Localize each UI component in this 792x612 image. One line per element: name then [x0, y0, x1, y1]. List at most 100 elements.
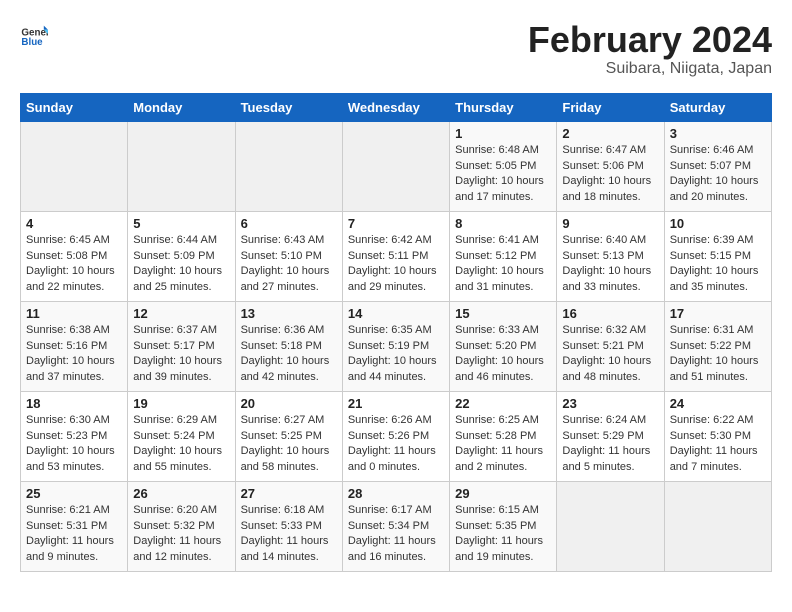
day-info: Sunrise: 6:15 AMSunset: 5:35 PMDaylight:… — [455, 503, 551, 567]
calendar-cell: 7 Sunrise: 6:42 AMSunset: 5:11 PMDaylight… — [342, 211, 449, 301]
day-info: Sunrise: 6:40 AMSunset: 5:13 PMDaylight:… — [562, 233, 658, 297]
day-number: 19 — [133, 396, 229, 411]
day-info: Sunrise: 6:42 AMSunset: 5:11 PMDaylight:… — [348, 233, 444, 297]
day-number: 23 — [562, 396, 658, 411]
day-number: 24 — [670, 396, 766, 411]
calendar-cell: 19 Sunrise: 6:29 AMSunset: 5:24 PMDayligh… — [128, 391, 235, 481]
day-info: Sunrise: 6:22 AMSunset: 5:30 PMDaylight:… — [670, 413, 766, 477]
page-header: General Blue February 2024 Suibara, Niig… — [20, 20, 772, 78]
day-number: 26 — [133, 486, 229, 501]
calendar-cell: 6 Sunrise: 6:43 AMSunset: 5:10 PMDaylight… — [235, 211, 342, 301]
calendar-cell: 4Sunrise: 6:45 AMSunset: 5:08 PMDaylight… — [21, 211, 128, 301]
calendar-cell: 8 Sunrise: 6:41 AMSunset: 5:12 PMDaylight… — [450, 211, 557, 301]
calendar-cell — [21, 121, 128, 211]
calendar-cell: 2Sunrise: 6:47 AMSunset: 5:06 PMDaylight… — [557, 121, 664, 211]
calendar-cell: 27 Sunrise: 6:18 AMSunset: 5:33 PMDayligh… — [235, 481, 342, 571]
calendar-cell: 5 Sunrise: 6:44 AMSunset: 5:09 PMDaylight… — [128, 211, 235, 301]
calendar-cell — [342, 121, 449, 211]
day-number: 5 — [133, 216, 229, 231]
calendar-cell: 23 Sunrise: 6:24 AMSunset: 5:29 PMDayligh… — [557, 391, 664, 481]
calendar-cell: 21 Sunrise: 6:26 AMSunset: 5:26 PMDayligh… — [342, 391, 449, 481]
day-number: 3 — [670, 126, 766, 141]
calendar-cell: 24 Sunrise: 6:22 AMSunset: 5:30 PMDayligh… — [664, 391, 771, 481]
calendar-cell — [128, 121, 235, 211]
calendar-cell: 26 Sunrise: 6:20 AMSunset: 5:32 PMDayligh… — [128, 481, 235, 571]
day-number: 8 — [455, 216, 551, 231]
day-number: 20 — [241, 396, 337, 411]
day-info: Sunrise: 6:35 AMSunset: 5:19 PMDaylight:… — [348, 323, 444, 387]
day-number: 13 — [241, 306, 337, 321]
day-info: Sunrise: 6:45 AMSunset: 5:08 PMDaylight:… — [26, 233, 122, 297]
day-number: 12 — [133, 306, 229, 321]
day-number: 18 — [26, 396, 122, 411]
calendar-cell — [557, 481, 664, 571]
logo-icon: General Blue — [20, 20, 48, 48]
day-info: Sunrise: 6:47 AMSunset: 5:06 PMDaylight:… — [562, 143, 658, 207]
day-number: 10 — [670, 216, 766, 231]
calendar-week-4: 18 Sunrise: 6:30 AMSunset: 5:23 PMDayligh… — [21, 391, 772, 481]
calendar-table: SundayMondayTuesdayWednesdayThursdayFrid… — [20, 93, 772, 572]
day-info: Sunrise: 6:46 AMSunset: 5:07 PMDaylight:… — [670, 143, 766, 207]
header-sunday: Sunday — [21, 93, 128, 121]
calendar-cell — [235, 121, 342, 211]
day-number: 17 — [670, 306, 766, 321]
day-number: 28 — [348, 486, 444, 501]
day-info: Sunrise: 6:30 AMSunset: 5:23 PMDaylight:… — [26, 413, 122, 477]
day-info: Sunrise: 6:37 AMSunset: 5:17 PMDaylight:… — [133, 323, 229, 387]
header-saturday: Saturday — [664, 93, 771, 121]
day-info: Sunrise: 6:38 AMSunset: 5:16 PMDaylight:… — [26, 323, 122, 387]
calendar-week-3: 11 Sunrise: 6:38 AMSunset: 5:16 PMDayligh… — [21, 301, 772, 391]
day-info: Sunrise: 6:24 AMSunset: 5:29 PMDaylight:… — [562, 413, 658, 477]
day-number: 7 — [348, 216, 444, 231]
calendar-cell: 9 Sunrise: 6:40 AMSunset: 5:13 PMDaylight… — [557, 211, 664, 301]
day-info: Sunrise: 6:31 AMSunset: 5:22 PMDaylight:… — [670, 323, 766, 387]
day-info: Sunrise: 6:33 AMSunset: 5:20 PMDaylight:… — [455, 323, 551, 387]
calendar-week-1: 1Sunrise: 6:48 AMSunset: 5:05 PMDaylight… — [21, 121, 772, 211]
calendar-cell: 11 Sunrise: 6:38 AMSunset: 5:16 PMDayligh… — [21, 301, 128, 391]
day-number: 25 — [26, 486, 122, 501]
day-number: 6 — [241, 216, 337, 231]
day-number: 27 — [241, 486, 337, 501]
day-info: Sunrise: 6:27 AMSunset: 5:25 PMDaylight:… — [241, 413, 337, 477]
svg-text:Blue: Blue — [21, 37, 43, 48]
day-info: Sunrise: 6:44 AMSunset: 5:09 PMDaylight:… — [133, 233, 229, 297]
day-info: Sunrise: 6:17 AMSunset: 5:34 PMDaylight:… — [348, 503, 444, 567]
calendar-cell: 28 Sunrise: 6:17 AMSunset: 5:34 PMDayligh… — [342, 481, 449, 571]
calendar-cell: 14 Sunrise: 6:35 AMSunset: 5:19 PMDayligh… — [342, 301, 449, 391]
day-info: Sunrise: 6:21 AMSunset: 5:31 PMDaylight:… — [26, 503, 122, 567]
day-info: Sunrise: 6:25 AMSunset: 5:28 PMDaylight:… — [455, 413, 551, 477]
calendar-cell: 16Sunrise: 6:32 AMSunset: 5:21 PMDayligh… — [557, 301, 664, 391]
day-info: Sunrise: 6:43 AMSunset: 5:10 PMDaylight:… — [241, 233, 337, 297]
day-info: Sunrise: 6:26 AMSunset: 5:26 PMDaylight:… — [348, 413, 444, 477]
calendar-cell: 10 Sunrise: 6:39 AMSunset: 5:15 PMDayligh… — [664, 211, 771, 301]
calendar-cell: 17 Sunrise: 6:31 AMSunset: 5:22 PMDayligh… — [664, 301, 771, 391]
day-info: Sunrise: 6:39 AMSunset: 5:15 PMDaylight:… — [670, 233, 766, 297]
logo: General Blue — [20, 20, 48, 48]
calendar-cell: 22Sunrise: 6:25 AMSunset: 5:28 PMDayligh… — [450, 391, 557, 481]
header-thursday: Thursday — [450, 93, 557, 121]
calendar-cell: 3 Sunrise: 6:46 AMSunset: 5:07 PMDaylight… — [664, 121, 771, 211]
main-title: February 2024 — [528, 20, 772, 60]
day-info: Sunrise: 6:41 AMSunset: 5:12 PMDaylight:… — [455, 233, 551, 297]
day-number: 14 — [348, 306, 444, 321]
calendar-week-5: 25 Sunrise: 6:21 AMSunset: 5:31 PMDayligh… — [21, 481, 772, 571]
day-info: Sunrise: 6:20 AMSunset: 5:32 PMDaylight:… — [133, 503, 229, 567]
calendar-cell: 18 Sunrise: 6:30 AMSunset: 5:23 PMDayligh… — [21, 391, 128, 481]
day-number: 15 — [455, 306, 551, 321]
subtitle: Suibara, Niigata, Japan — [528, 60, 772, 78]
day-info: Sunrise: 6:32 AMSunset: 5:21 PMDaylight:… — [562, 323, 658, 387]
day-number: 21 — [348, 396, 444, 411]
header-monday: Monday — [128, 93, 235, 121]
title-block: February 2024 Suibara, Niigata, Japan — [528, 20, 772, 78]
header-tuesday: Tuesday — [235, 93, 342, 121]
calendar-week-2: 4Sunrise: 6:45 AMSunset: 5:08 PMDaylight… — [21, 211, 772, 301]
day-number: 9 — [562, 216, 658, 231]
day-info: Sunrise: 6:18 AMSunset: 5:33 PMDaylight:… — [241, 503, 337, 567]
day-number: 29 — [455, 486, 551, 501]
day-info: Sunrise: 6:36 AMSunset: 5:18 PMDaylight:… — [241, 323, 337, 387]
day-number: 11 — [26, 306, 122, 321]
day-info: Sunrise: 6:29 AMSunset: 5:24 PMDaylight:… — [133, 413, 229, 477]
calendar-cell: 12 Sunrise: 6:37 AMSunset: 5:17 PMDayligh… — [128, 301, 235, 391]
calendar-cell: 15 Sunrise: 6:33 AMSunset: 5:20 PMDayligh… — [450, 301, 557, 391]
calendar-cell: 1Sunrise: 6:48 AMSunset: 5:05 PMDaylight… — [450, 121, 557, 211]
